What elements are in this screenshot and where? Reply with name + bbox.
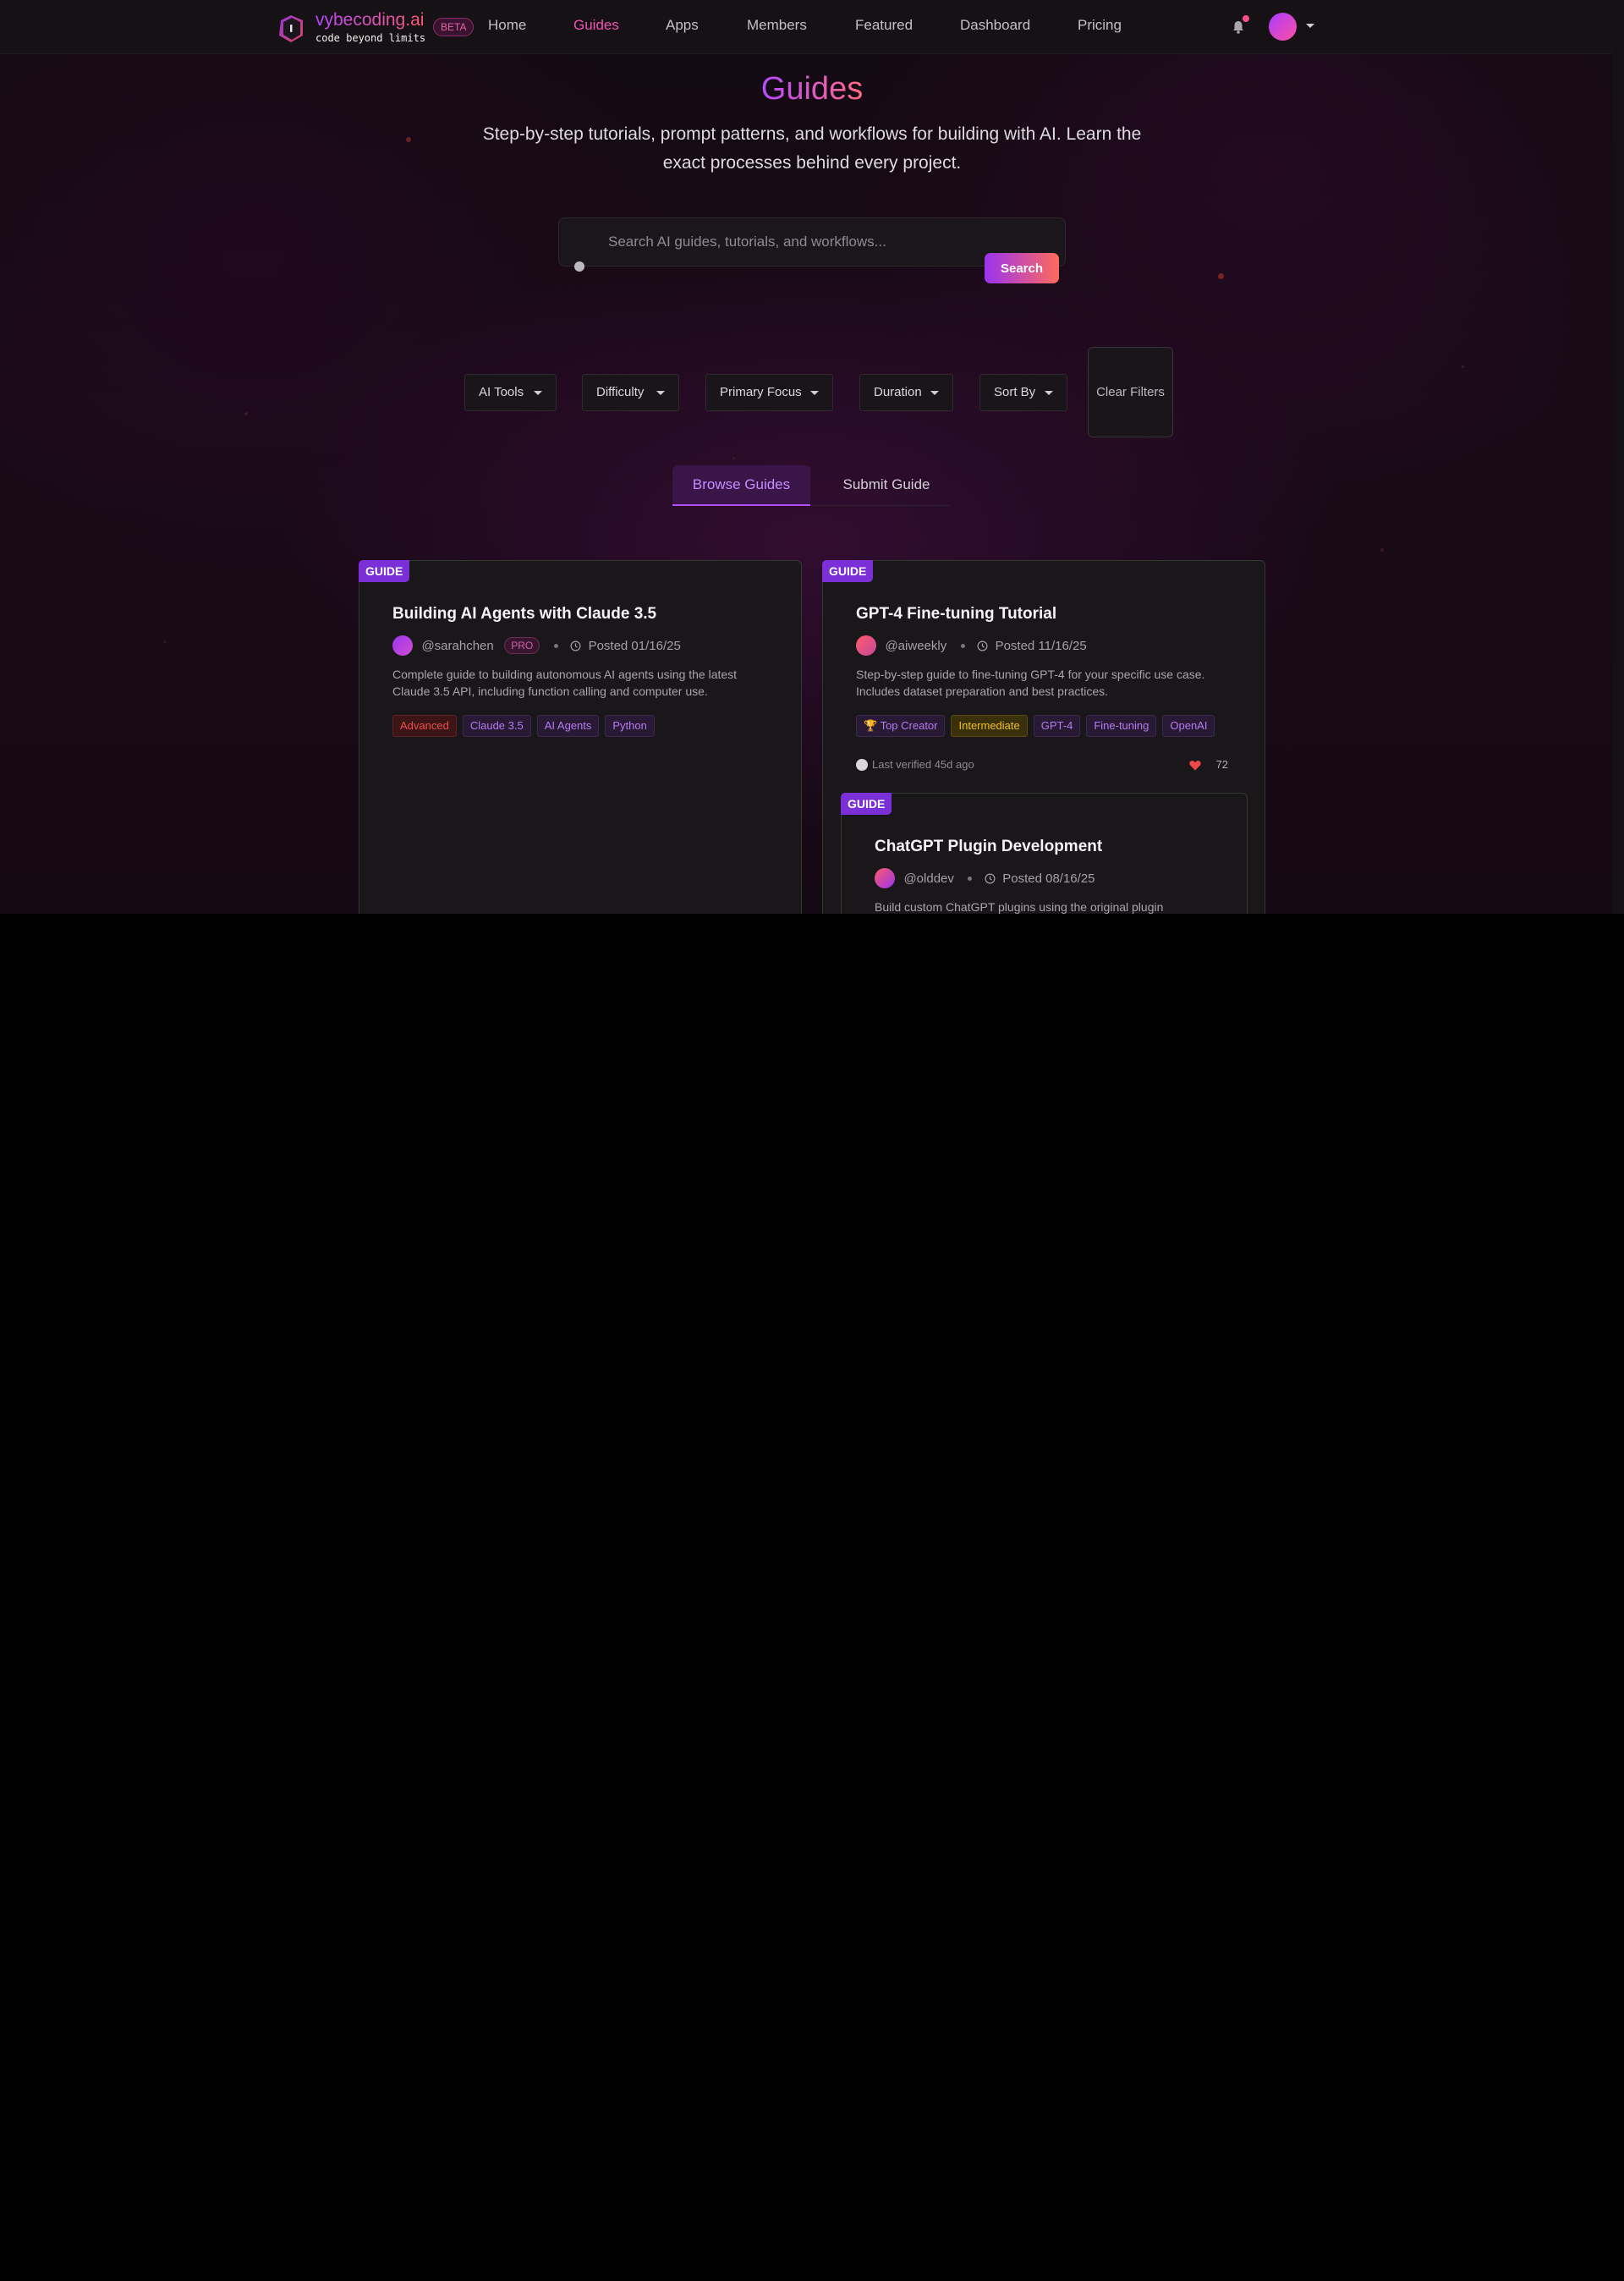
tag[interactable]: Fine-tuning [1086, 715, 1157, 737]
clock-icon [977, 640, 988, 651]
guide-badge: GUIDE [841, 793, 892, 815]
guide-meta: @olddev Posted 08/16/25 [875, 868, 1095, 890]
guide-badge: GUIDE [359, 560, 410, 582]
meta-separator [960, 643, 965, 648]
filter-label: Duration [874, 385, 922, 399]
clock-icon [570, 640, 581, 651]
search-input[interactable] [606, 230, 962, 254]
chevron-down-icon [1306, 24, 1314, 28]
filter-label: Sort By [994, 385, 1036, 399]
guide-card[interactable]: GUIDE ChatGPT Plugin Development @olddev… [841, 793, 1248, 914]
guide-tags: Advanced Claude 3.5 AI Agents Python [392, 715, 661, 737]
nav-link-apps[interactable]: Apps [666, 17, 699, 34]
nav-link-guides[interactable]: Guides [573, 17, 619, 34]
tag[interactable]: GPT-4 [1033, 715, 1081, 737]
page-title-text: Guides [760, 71, 864, 107]
guide-card[interactable]: GUIDE Building AI Agents with Claude 3.5… [359, 560, 802, 914]
nav-link-members[interactable]: Members [747, 17, 807, 34]
author-handle[interactable]: @sarahchen [421, 639, 493, 653]
author-handle[interactable]: @aiweekly [885, 639, 946, 653]
filter-label: Difficulty [596, 385, 645, 399]
decorative-particle [732, 457, 735, 459]
tag[interactable]: OpenAI [1162, 715, 1215, 737]
last-verified: Last verified 45d ago [872, 758, 974, 771]
chevron-down-icon [930, 391, 939, 395]
user-menu[interactable] [1269, 13, 1320, 41]
tag[interactable]: Python [605, 715, 655, 737]
chevron-down-icon [810, 391, 819, 395]
like-count: 72 [1215, 758, 1228, 771]
filter-sort-by[interactable]: Sort By [979, 374, 1067, 411]
guide-description: Build custom ChatGPT plugins using the o… [875, 900, 1164, 914]
logo-mark-icon [279, 15, 303, 42]
decorative-particle [406, 137, 411, 142]
page: vybecoding.ai code beyond limits BETA Ho… [0, 0, 1624, 914]
nav-link-pricing[interactable]: Pricing [1078, 17, 1122, 34]
pro-badge: PRO [504, 637, 540, 654]
tag-difficulty[interactable]: Intermediate [951, 715, 1028, 737]
guide-tags: 🏆 Top Creator Intermediate GPT-4 Fine-tunin… [856, 715, 1221, 737]
meta-separator [553, 643, 558, 648]
nav-link-dashboard[interactable]: Dashboard [960, 17, 1030, 34]
filter-duration[interactable]: Duration [859, 374, 953, 411]
posted-date: Posted 01/16/25 [588, 638, 681, 653]
decorative-particle [244, 412, 248, 415]
posted-date: Posted 08/16/25 [1002, 871, 1095, 886]
search-button[interactable]: Search [985, 253, 1059, 283]
chevron-down-icon [1045, 391, 1053, 395]
notification-dot [1243, 15, 1249, 22]
clock-icon [985, 873, 996, 883]
tab-browse-guides[interactable]: Browse Guides [672, 465, 810, 506]
filter-ai-tools[interactable]: AI Tools [464, 374, 557, 411]
tab-submit-guide[interactable]: Submit Guide [827, 465, 946, 506]
guide-footer: Last verified 45d ago 72 [856, 757, 1228, 772]
chevron-down-icon [656, 391, 665, 395]
beta-badge: BETA [433, 18, 475, 36]
tag-top-creator[interactable]: 🏆 Top Creator [856, 715, 946, 737]
navbar: vybecoding.ai code beyond limits BETA Ho… [0, 0, 1612, 54]
guide-title[interactable]: Building AI Agents with Claude 3.5 [392, 605, 656, 624]
search-icon [574, 261, 584, 272]
author-handle[interactable]: @olddev [903, 871, 953, 886]
scrollbar[interactable] [1612, 0, 1624, 914]
clear-filters-button[interactable]: Clear Filters [1088, 347, 1173, 437]
author-avatar[interactable] [856, 635, 876, 656]
page-title: Guides [0, 71, 1624, 107]
posted-date: Posted 11/16/25 [995, 638, 1087, 653]
meta-separator [968, 876, 973, 881]
guide-title[interactable]: GPT-4 Fine-tuning Tutorial [856, 605, 1056, 624]
page-subtitle: Step-by-step tutorials, prompt patterns,… [482, 124, 1142, 173]
nav-link-home[interactable]: Home [488, 17, 526, 34]
guide-meta: @aiweekly Posted 11/16/25 [856, 635, 1087, 657]
tag-difficulty[interactable]: Advanced [392, 715, 457, 737]
brand-name: vybecoding.ai [315, 10, 425, 30]
guide-meta: @sarahchen PRO Posted 01/16/25 [392, 635, 681, 657]
filter-label: AI Tools [479, 385, 524, 399]
decorative-particle [1218, 273, 1224, 279]
author-avatar[interactable] [875, 868, 895, 888]
decorative-particle [1380, 548, 1384, 552]
brand-tagline: code beyond limits [315, 32, 426, 44]
heart-icon[interactable] [1189, 760, 1201, 771]
verified-icon [856, 759, 868, 771]
guide-description: Complete guide to building autonomous AI… [392, 668, 738, 698]
guide-description: Step-by-step guide to fine-tuning GPT-4 … [856, 668, 1205, 698]
decorative-particle [1462, 366, 1464, 368]
author-avatar[interactable] [392, 635, 413, 656]
avatar[interactable] [1269, 13, 1297, 41]
filter-difficulty[interactable]: Difficulty [582, 374, 679, 411]
chevron-down-icon [534, 391, 542, 395]
decorative-particle [163, 640, 166, 643]
guide-title[interactable]: ChatGPT Plugin Development [875, 838, 1102, 856]
tag[interactable]: AI Agents [536, 715, 600, 737]
filter-label: Primary Focus [720, 385, 802, 399]
filter-primary-focus[interactable]: Primary Focus [705, 374, 833, 411]
guide-badge: GUIDE [822, 560, 874, 582]
nav-link-featured[interactable]: Featured [855, 17, 913, 34]
tag[interactable]: Claude 3.5 [462, 715, 531, 737]
